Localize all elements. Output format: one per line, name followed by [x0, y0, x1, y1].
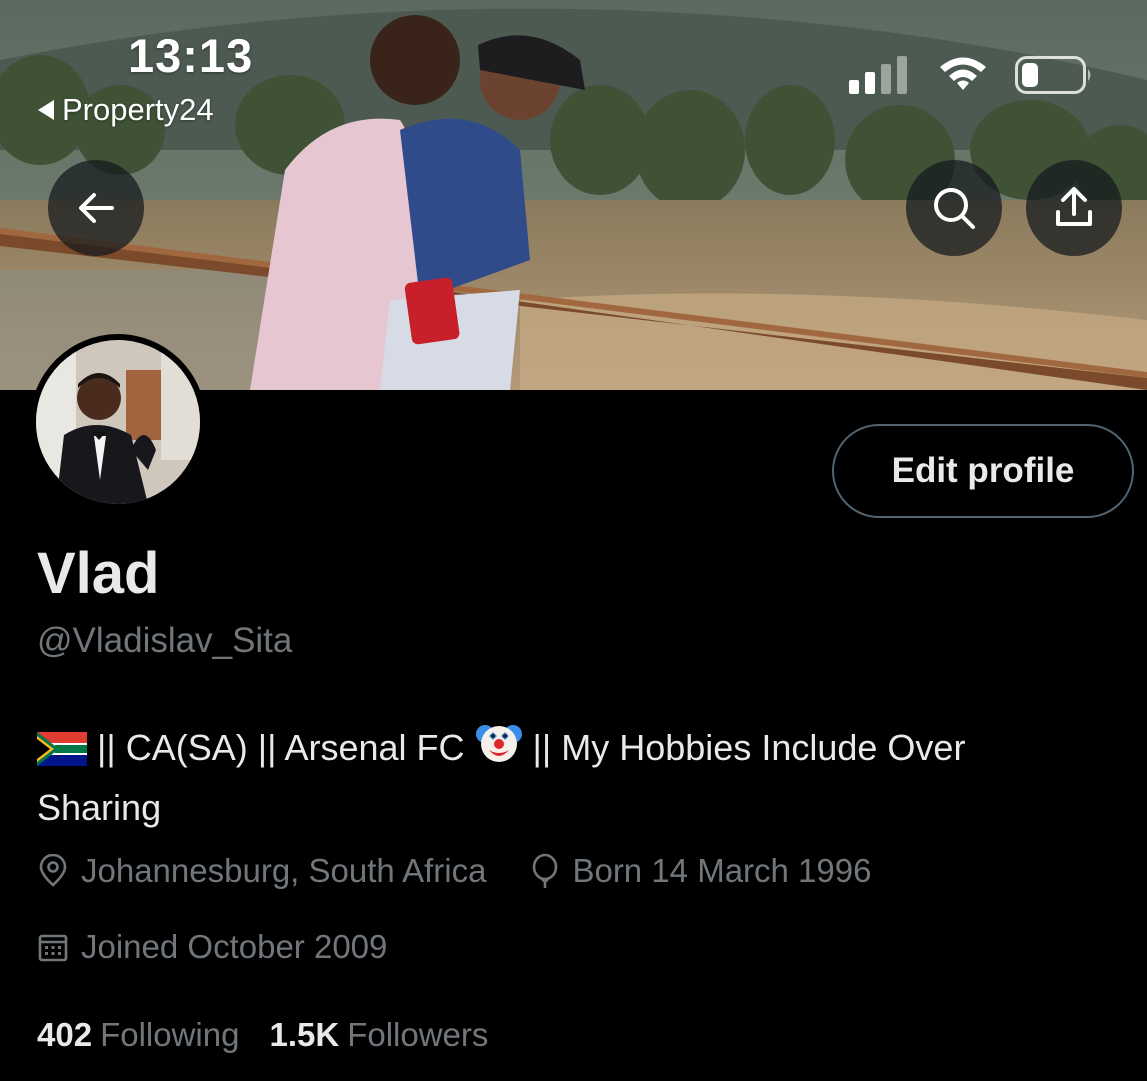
profile-avatar[interactable] — [30, 334, 206, 510]
profile-meta-row-2: Joined October 2009 — [37, 928, 387, 966]
back-app-label: Property24 — [62, 92, 214, 127]
joined-item: Joined October 2009 — [37, 928, 387, 966]
user-handle: @Vladislav_Sita — [37, 621, 293, 660]
share-icon — [1056, 187, 1092, 226]
birth-date-text: Born 14 March 1996 — [572, 852, 872, 889]
follow-stats: 402 Following 1.5K Followers — [37, 1016, 488, 1054]
arrow-left-icon — [79, 193, 114, 223]
back-button[interactable] — [48, 160, 144, 256]
share-button[interactable] — [1026, 160, 1122, 256]
followers-link[interactable]: 1.5K Followers — [269, 1016, 488, 1054]
south-africa-flag-icon — [37, 727, 87, 781]
status-time: 13:13 — [128, 29, 254, 82]
clown-face-icon — [475, 718, 523, 781]
status-icons — [849, 56, 1093, 94]
profile-meta-row: Johannesburg, South Africa Born 14 March… — [37, 852, 871, 890]
back-triangle-icon — [38, 100, 54, 120]
wifi-icon — [940, 57, 986, 90]
search-button[interactable] — [906, 160, 1002, 256]
location-pin-icon — [39, 854, 67, 887]
avatar-photo — [36, 340, 200, 504]
battery-icon — [1015, 56, 1091, 94]
following-count: 402 — [37, 1016, 93, 1053]
followers-label: Followers — [347, 1016, 489, 1053]
followers-count: 1.5K — [269, 1016, 340, 1053]
location-item: Johannesburg, South Africa — [37, 852, 486, 890]
profile-bio: || CA(SA) || Arsenal FC || My Hobbies In… — [37, 718, 1097, 835]
balloon-icon — [533, 853, 558, 888]
following-label: Following — [100, 1016, 240, 1053]
back-to-app-link[interactable]: Property24 — [38, 92, 214, 128]
bio-text-part-1: || CA(SA) || Arsenal FC — [97, 727, 465, 768]
joined-date-text: Joined October 2009 — [81, 928, 388, 965]
edit-profile-button[interactable]: Edit profile — [832, 424, 1134, 518]
location-text: Johannesburg, South Africa — [81, 852, 487, 889]
display-name: Vlad — [37, 541, 160, 606]
calendar-icon — [38, 934, 68, 962]
search-icon — [934, 188, 975, 229]
cellular-signal-icon — [849, 56, 907, 94]
following-link[interactable]: 402 Following — [37, 1016, 239, 1054]
birthday-item: Born 14 March 1996 — [530, 852, 871, 890]
